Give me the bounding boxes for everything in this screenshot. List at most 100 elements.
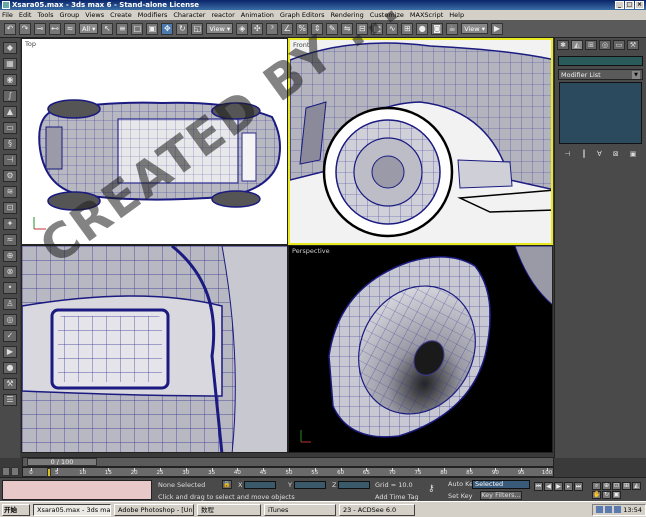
preview-animation-icon[interactable]: ▶ xyxy=(3,346,17,358)
create-animation-icon[interactable]: ● xyxy=(3,362,17,374)
deforming-mesh-icon[interactable]: ▲ xyxy=(3,106,17,118)
rigid-body-icon[interactable]: ◆ xyxy=(3,42,17,54)
ragdoll-icon[interactable]: ♙ xyxy=(3,298,17,310)
link-icon[interactable]: ⊸ xyxy=(34,22,46,35)
task-acdsee[interactable]: 23 - ACDSee 6.0 xyxy=(339,503,415,516)
play-icon[interactable]: ▶ xyxy=(554,482,563,491)
task-itunes[interactable]: iTunes xyxy=(264,503,336,516)
maxscript-listener[interactable] xyxy=(2,480,152,500)
task-3dsmax[interactable]: Xsara05.max - 3ds max ... xyxy=(33,503,111,516)
window-crossing-icon[interactable]: ▣ xyxy=(146,22,159,35)
selection-lock-icon[interactable]: 🔒 xyxy=(222,480,232,489)
time-slider[interactable]: 0 / 100 xyxy=(22,457,554,467)
make-unique-icon[interactable]: ∀ xyxy=(597,150,602,158)
percent-snap-icon[interactable]: % xyxy=(296,22,309,35)
menu-create[interactable]: Create xyxy=(110,11,132,19)
select-move-icon[interactable]: ✥ xyxy=(161,22,174,35)
grid-toggle-icon[interactable] xyxy=(2,467,10,476)
redo-icon[interactable]: ↷ xyxy=(19,22,31,35)
hinge-icon[interactable]: ⊗ xyxy=(3,266,17,278)
render-scene-icon[interactable]: ◙ xyxy=(431,22,444,35)
minimize-icon[interactable]: _ xyxy=(615,1,624,9)
previous-frame-icon[interactable]: ◀ xyxy=(544,482,553,491)
unlink-icon[interactable]: ⊷ xyxy=(49,22,61,35)
remove-modifier-icon[interactable]: ⊠ xyxy=(613,150,619,158)
water-icon[interactable]: ≈ xyxy=(3,234,17,246)
modifier-stack[interactable] xyxy=(559,82,642,144)
constraint-icon[interactable]: ⊕ xyxy=(3,250,17,262)
wind-icon[interactable]: ≋ xyxy=(3,186,17,198)
manipulate-icon[interactable]: ✣ xyxy=(251,22,264,35)
named-selection-icon[interactable]: ✎ xyxy=(326,22,339,35)
keyframe-marker[interactable] xyxy=(47,468,51,477)
material-editor-icon[interactable]: ● xyxy=(416,22,429,35)
set-key-button[interactable]: Set Key xyxy=(448,492,473,501)
undo-icon[interactable]: ↶ xyxy=(4,22,16,35)
zoom-extents-all-icon[interactable]: ⊞ xyxy=(622,482,631,490)
hierarchy-tab-icon[interactable]: ⊞ xyxy=(585,40,597,50)
select-rotate-icon[interactable]: ↻ xyxy=(176,22,189,35)
key-mode-dropdown[interactable]: Selected xyxy=(472,480,530,489)
menu-customize[interactable]: Customize xyxy=(370,11,404,19)
menu-edit[interactable]: Edit xyxy=(19,11,32,19)
analyze-world-icon[interactable]: ✓ xyxy=(3,330,17,342)
zoom-all-icon[interactable]: ⊕ xyxy=(602,482,611,490)
viewport-label-top[interactable]: Top xyxy=(25,40,36,48)
start-button[interactable]: 开始 xyxy=(2,503,30,516)
create-tab-icon[interactable]: ✱ xyxy=(557,40,569,50)
ref-coord-dropdown[interactable]: View ▾ xyxy=(206,23,234,34)
menu-help[interactable]: Help xyxy=(449,11,464,19)
close-icon[interactable]: × xyxy=(635,1,644,9)
y-field[interactable] xyxy=(293,480,326,489)
select-by-name-icon[interactable]: ≡ xyxy=(116,22,129,35)
utilities-tab-icon[interactable]: ⚒ xyxy=(627,40,639,50)
pan-icon[interactable]: ✋ xyxy=(592,491,601,499)
display-tab-icon[interactable]: ▭ xyxy=(613,40,625,50)
viewport-front[interactable]: Front xyxy=(288,38,553,245)
field-of-view-icon[interactable]: ◭ xyxy=(632,482,641,490)
viewport-perspective[interactable]: Perspective xyxy=(288,245,553,453)
tray-im-icon[interactable] xyxy=(614,506,622,513)
point-to-point-icon[interactable]: • xyxy=(3,282,17,294)
cloth-icon[interactable]: ▦ xyxy=(3,58,17,70)
motor-icon[interactable]: ⚙ xyxy=(3,170,17,182)
spinner-snap-icon[interactable]: ⇕ xyxy=(311,22,324,35)
show-end-result-icon[interactable]: ║ xyxy=(582,150,586,158)
quick-render-production-icon[interactable]: ▶ xyxy=(490,22,503,35)
task-photoshop[interactable]: Adobe Photoshop - [Unti... xyxy=(114,503,194,516)
dashpot-icon[interactable]: ⊣ xyxy=(3,154,17,166)
pivot-center-icon[interactable]: ◈ xyxy=(236,22,249,35)
menu-group[interactable]: Group xyxy=(60,11,80,19)
menu-graph-editors[interactable]: Graph Editors xyxy=(280,11,325,19)
time-slider-thumb[interactable]: 0 / 100 xyxy=(27,458,97,466)
arc-rotate-icon[interactable]: ↻ xyxy=(602,491,611,499)
pin-stack-icon[interactable]: ⊣ xyxy=(565,150,571,158)
z-field[interactable] xyxy=(338,480,371,489)
modifier-list-dropdown[interactable]: Modifier List ▼ xyxy=(558,69,643,80)
zoom-extents-icon[interactable]: ⊡ xyxy=(612,482,621,490)
track-bar[interactable]: 0 5 10 15 20 25 30 35 40 45 50 55 60 65 70 75 80 85 90 95 10… xyxy=(22,467,554,477)
object-name-field[interactable] xyxy=(558,56,643,66)
menu-maxscript[interactable]: MAXScript xyxy=(410,11,443,19)
maximize-viewport-icon[interactable]: ▣ xyxy=(612,491,621,499)
quick-render-icon[interactable]: ☕ xyxy=(446,22,459,35)
menu-views[interactable]: Views xyxy=(85,11,104,19)
viewport-label-front[interactable]: Front xyxy=(293,41,309,49)
render-type-dropdown[interactable]: View ▾ xyxy=(461,23,488,34)
plane-icon[interactable]: ▭ xyxy=(3,122,17,134)
schematic-view-icon[interactable]: ⊞ xyxy=(401,22,414,35)
soft-body-icon[interactable]: ◉ xyxy=(3,74,17,86)
rope-icon[interactable]: ∫ xyxy=(3,90,17,102)
toy-car-icon[interactable]: ⊡ xyxy=(3,202,17,214)
add-time-tag[interactable]: Add Time Tag xyxy=(375,493,419,501)
maximize-icon[interactable]: □ xyxy=(625,1,634,9)
curve-editor-icon[interactable]: ∿ xyxy=(386,22,399,35)
viewport-top[interactable]: Top xyxy=(21,38,288,245)
selection-filter-dropdown[interactable]: All ▾ xyxy=(79,23,99,34)
x-field[interactable] xyxy=(244,480,277,489)
motion-tab-icon[interactable]: ◎ xyxy=(599,40,611,50)
viewport-left[interactable] xyxy=(21,245,288,453)
select-object-icon[interactable]: ↖ xyxy=(101,22,114,35)
menu-reactor[interactable]: reactor xyxy=(211,11,234,19)
bind-spacewarp-icon[interactable]: ≈ xyxy=(64,22,76,35)
